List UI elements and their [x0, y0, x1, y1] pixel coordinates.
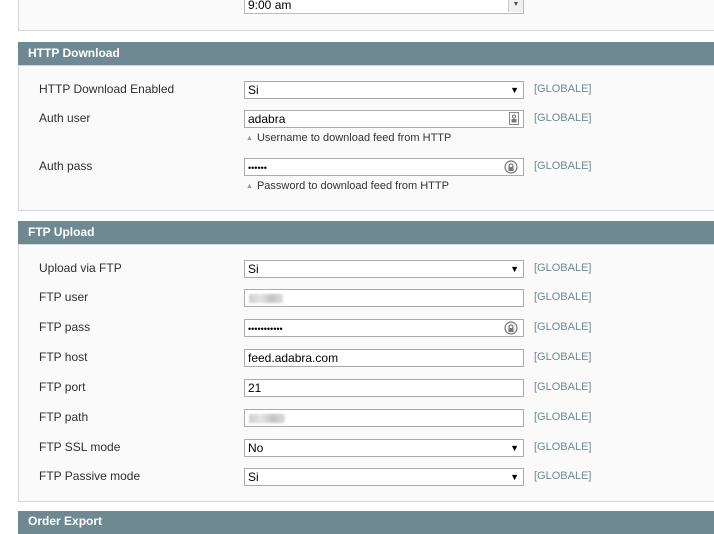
redacted-value	[249, 414, 285, 423]
chevron-down-icon: ▼	[510, 472, 519, 482]
scope-label: [GLOBALE]	[534, 262, 592, 274]
scope-label: [GLOBALE]	[534, 441, 592, 453]
scope-label: [GLOBALE]	[534, 411, 592, 423]
auth-pass-input[interactable]: ••••••	[244, 158, 524, 176]
chevron-down-icon: ▼	[510, 85, 519, 95]
scope-label: [GLOBALE]	[534, 470, 592, 482]
ftp-user-input[interactable]	[244, 289, 524, 307]
http-download-enabled-value: Si	[248, 83, 259, 97]
auth-user-hint: ▲ Username to download feed from HTTP	[246, 132, 451, 144]
chevron-down-icon: ▼	[508, 0, 523, 12]
auth-user-input[interactable]: adabra	[244, 110, 524, 128]
ftp-pass-label: FTP pass	[39, 320, 91, 334]
time-select[interactable]: 9:00 am ▼	[244, 0, 524, 14]
scope-label: [GLOBALE]	[534, 160, 592, 172]
section-header-http-download[interactable]: HTTP Download	[18, 42, 714, 65]
scope-label: [GLOBALE]	[534, 321, 592, 333]
auth-user-value: adabra	[248, 112, 286, 126]
http-download-enabled-select[interactable]: Si ▼	[244, 81, 524, 99]
upload-via-ftp-value: Si	[248, 262, 259, 276]
scope-label: [GLOBALE]	[534, 112, 592, 124]
ftp-path-label: FTP path	[39, 410, 89, 424]
key-icon	[509, 112, 519, 125]
ftp-passive-mode-label: FTP Passive mode	[39, 469, 141, 483]
lock-icon	[504, 321, 518, 335]
ftp-user-label: FTP user	[39, 290, 89, 304]
ftp-port-value: 21	[248, 381, 262, 395]
ftp-path-input[interactable]	[244, 409, 524, 427]
upload-via-ftp-label: Upload via FTP	[39, 261, 122, 275]
http-download-enabled-label: HTTP Download Enabled	[39, 82, 175, 96]
ftp-ssl-mode-value: No	[248, 441, 264, 455]
ftp-passive-mode-value: Si	[248, 470, 259, 484]
section-header-order-export[interactable]: Order Export	[18, 511, 714, 534]
ftp-host-input[interactable]: feed.adabra.com	[244, 349, 524, 367]
auth-user-label: Auth user	[39, 111, 91, 125]
ftp-host-value: feed.adabra.com	[248, 351, 339, 365]
ftp-host-label: FTP host	[39, 350, 88, 364]
section-header-ftp-upload[interactable]: FTP Upload	[18, 221, 714, 244]
ftp-port-label: FTP port	[39, 380, 86, 394]
scope-label: [GLOBALE]	[534, 83, 592, 95]
auth-pass-value: ••••••	[248, 163, 267, 173]
upload-via-ftp-select[interactable]: Si ▼	[244, 260, 524, 278]
chevron-down-icon: ▼	[510, 443, 519, 453]
ftp-passive-mode-select[interactable]: Si ▼	[244, 468, 524, 486]
auth-pass-hint-text: Password to download feed from HTTP	[256, 180, 449, 192]
triangle-up-icon: ▲	[246, 135, 253, 142]
triangle-up-icon: ▲	[246, 183, 253, 190]
ftp-port-input[interactable]: 21	[244, 379, 524, 397]
scope-label: [GLOBALE]	[534, 351, 592, 363]
lock-icon	[504, 160, 518, 174]
auth-user-hint-text: Username to download feed from HTTP	[256, 132, 452, 144]
auth-pass-label: Auth pass	[39, 159, 93, 173]
scope-label: [GLOBALE]	[534, 291, 592, 303]
ftp-ssl-mode-label: FTP SSL mode	[39, 440, 121, 454]
chevron-down-icon: ▼	[510, 264, 519, 274]
redacted-value	[249, 294, 283, 303]
time-select-value: 9:00 am	[248, 0, 292, 12]
ftp-ssl-mode-select[interactable]: No ▼	[244, 439, 524, 457]
auth-pass-hint: ▲ Password to download feed from HTTP	[246, 180, 449, 192]
ftp-pass-value: •••••••••••	[248, 324, 283, 334]
ftp-upload-fieldset	[18, 244, 714, 502]
ftp-pass-input[interactable]: •••••••••••	[244, 319, 524, 337]
scope-label: [GLOBALE]	[534, 381, 592, 393]
